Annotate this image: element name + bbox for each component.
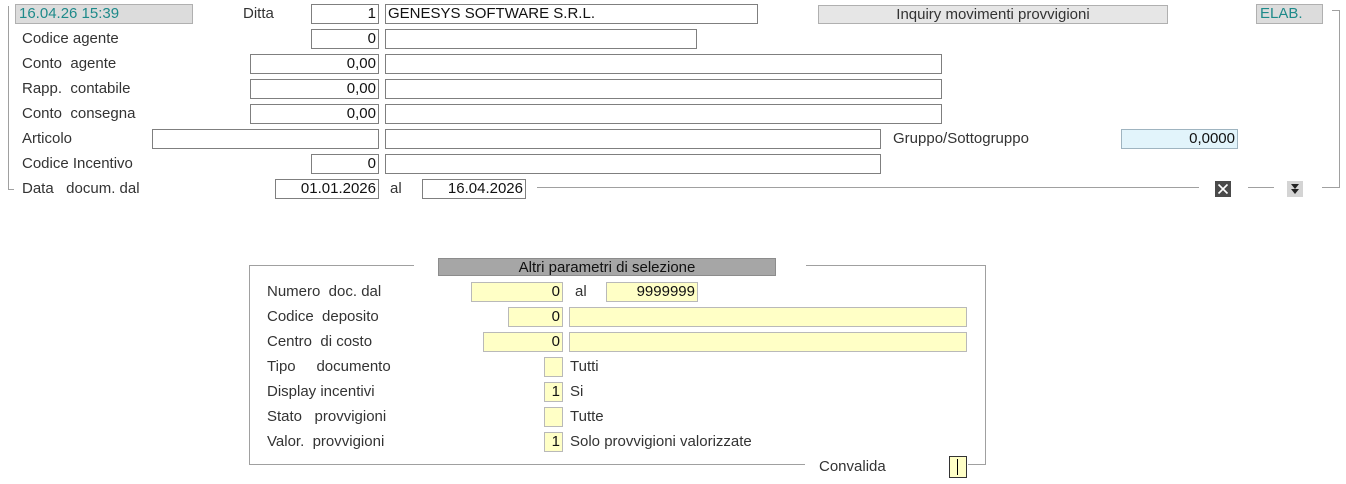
data-docum-al-label: al	[390, 180, 402, 197]
panel-title: Altri parametri di selezione	[438, 258, 776, 276]
centro-costo-field[interactable]: 0	[483, 332, 563, 352]
codice-agente-label: Codice agente	[22, 30, 119, 47]
data-docum-from-field[interactable]: 01.01.2026	[275, 179, 379, 199]
panel-bottom-left-line	[249, 464, 805, 465]
frame-bottom-mid2-line	[1248, 187, 1274, 188]
gruppo-field[interactable]: 0,0000	[1121, 129, 1238, 149]
codice-deposito-desc	[569, 307, 967, 327]
centro-costo-label: Centro di costo	[267, 333, 373, 350]
frame-right-line	[1339, 10, 1340, 188]
valor-provvigioni-desc: Solo provvigioni valorizzate	[570, 433, 752, 450]
codice-incentivo-desc	[385, 154, 881, 174]
tipo-documento-field[interactable]	[544, 357, 563, 377]
panel-top-left-line	[249, 265, 414, 266]
data-docum-to-field[interactable]: 16.04.2026	[422, 179, 526, 199]
convalida-field[interactable]	[949, 456, 967, 478]
conto-agente-field[interactable]: 0,00	[250, 54, 379, 74]
articolo-label: Articolo	[22, 130, 73, 147]
program-title: Inquiry movimenti provvigioni	[818, 5, 1168, 24]
rapp-contabile-label: Rapp. contabile	[22, 80, 131, 97]
numero-doc-label: Numero doc. dal	[267, 283, 382, 300]
stato-provvigioni-label: Stato provvigioni	[267, 408, 387, 425]
gruppo-label: Gruppo/Sottogruppo	[893, 130, 1029, 147]
ditta-name-field: GENESYS SOFTWARE S.R.L.	[385, 4, 758, 24]
codice-incentivo-field[interactable]: 0	[311, 154, 379, 174]
numero-doc-to-field[interactable]: 9999999	[606, 282, 698, 302]
panel-right-line	[985, 265, 986, 465]
text-cursor	[957, 459, 958, 475]
conto-agente-label: Conto agente	[22, 55, 117, 72]
double-chevron-down-icon[interactable]	[1287, 181, 1303, 197]
ditta-code-field[interactable]: 1	[311, 4, 379, 24]
centro-costo-desc	[569, 332, 967, 352]
frame-bottom-left-line	[8, 189, 14, 190]
rapp-contabile-desc	[385, 79, 942, 99]
stato-provvigioni-field[interactable]	[544, 407, 563, 427]
numero-doc-from-field[interactable]: 0	[471, 282, 563, 302]
display-incentivi-desc: Si	[570, 383, 584, 400]
display-incentivi-field[interactable]: 1	[544, 382, 563, 402]
codice-agente-desc	[385, 29, 697, 49]
conto-consegna-field[interactable]: 0,00	[250, 104, 379, 124]
ditta-label: Ditta	[243, 5, 274, 22]
tipo-documento-label: Tipo documento	[267, 358, 391, 375]
convalida-label: Convalida	[819, 458, 886, 475]
frame-left-line	[8, 6, 9, 189]
codice-agente-field[interactable]: 0	[311, 29, 379, 49]
codice-deposito-label: Codice deposito	[267, 308, 379, 325]
data-docum-label: Data docum. dal	[22, 180, 140, 197]
valor-provvigioni-label: Valor. provvigioni	[267, 433, 385, 450]
valor-provvigioni-field[interactable]: 1	[544, 432, 563, 452]
conto-consegna-label: Conto consegna	[22, 105, 136, 122]
codice-deposito-field[interactable]: 0	[508, 307, 563, 327]
conto-consegna-desc	[385, 104, 942, 124]
display-incentivi-label: Display incentivi	[267, 383, 375, 400]
frame-bottom-mid-line	[537, 187, 1199, 188]
articolo-field[interactable]	[152, 129, 379, 149]
numero-doc-al-label: al	[575, 283, 587, 300]
panel-top-right-line	[806, 265, 986, 266]
status-badge: ELAB.	[1256, 4, 1323, 24]
codice-incentivo-label: Codice Incentivo	[22, 155, 133, 172]
conto-agente-desc	[385, 54, 942, 74]
frame-top-right-line	[1332, 10, 1340, 11]
tipo-documento-desc: Tutti	[570, 358, 599, 375]
articolo-desc	[385, 129, 881, 149]
stato-provvigioni-desc: Tutte	[570, 408, 604, 425]
rapp-contabile-field[interactable]: 0,00	[250, 79, 379, 99]
panel-bottom-right-line	[968, 464, 986, 465]
datetime-badge: 16.04.26 15:39	[15, 4, 193, 24]
panel-left-line	[249, 265, 250, 465]
close-icon[interactable]	[1215, 181, 1231, 197]
frame-bottom-right-line	[1322, 187, 1340, 188]
